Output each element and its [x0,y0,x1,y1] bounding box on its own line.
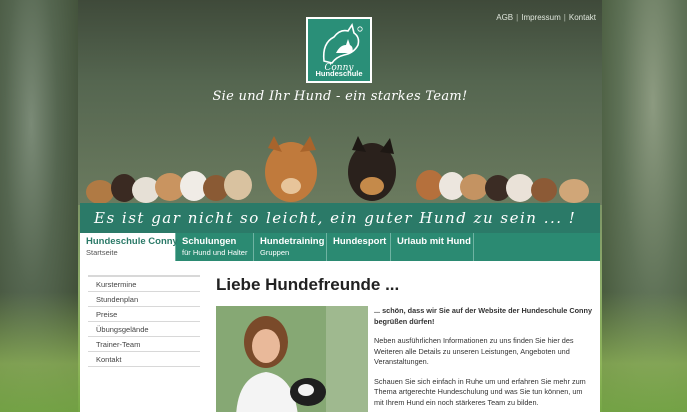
nav-item-subtitle: Startseite [86,248,118,257]
nav-item-hundeschule-conny[interactable]: Hundeschule Conny Startseite [80,233,178,261]
kontakt-top-link[interactable]: Kontakt [569,13,596,22]
nav-item-subtitle: für Hund und Halter [182,248,248,257]
nav-item-title: Urlaub mit Hund [397,236,471,247]
slogan-banner: Es ist gar nicht so leicht, ein guter Hu… [80,203,600,233]
tagline: Sie und Ihr Hund - ein starkes Team! [212,89,468,104]
link-separator: | [563,13,566,22]
dog-cat-logo-icon [322,23,363,64]
page-title: Liebe Hundefreunde ... [216,275,400,294]
logo-subtitle: Hundeschule [315,69,363,78]
sidebar-item-uebungsgelaende[interactable]: Übungsgelände [88,322,200,337]
intro-text: ... schön, dass wir Sie auf der Website … [374,306,594,412]
sidebar-item-trainer-team[interactable]: Trainer-Team [88,337,200,352]
page-container: AGB | Impressum | Kontakt Conny Hundeschule … [78,0,602,412]
main-navigation: Hundeschule Conny Startseite Schulungen … [80,233,600,261]
nav-item-schulungen[interactable]: Schulungen für Hund und Halter [176,233,254,261]
intro-paragraph: ... schön, dass wir Sie auf der Website … [374,306,593,326]
sidebar-item-preise[interactable]: Preise [88,307,200,322]
dogs-header-image [86,136,589,204]
trainer-with-dog-image [216,306,368,412]
nav-item-title: Hundeschule Conny [86,236,178,247]
link-separator: | [516,13,519,22]
top-links: AGB | Impressum | Kontakt [496,13,596,22]
agb-link[interactable]: AGB [496,13,513,22]
sidebar-menu: Kurstermine Stundenplan Preise Übungsgel… [88,275,200,367]
sidebar-item-kontakt[interactable]: Kontakt [88,352,200,367]
sidebar-item-kurstermine[interactable]: Kurstermine [88,275,200,292]
team-paragraph: Schauen Sie sich einfach in Ruhe um und … [374,376,586,407]
nav-item-title: Hundesport [333,236,387,247]
trainer-photo [216,306,368,412]
nav-item-title: Schulungen [182,236,237,247]
site-header: AGB | Impressum | Kontakt Conny Hundeschule … [78,0,602,205]
nav-item-urlaub-mit-hund[interactable]: Urlaub mit Hund [391,233,474,261]
nav-item-hundetraining[interactable]: Hundetraining Gruppen [254,233,327,261]
sidebar-item-stundenplan[interactable]: Stundenplan [88,292,200,307]
content-area: Kurstermine Stundenplan Preise Übungsgel… [80,261,600,412]
site-logo[interactable]: Conny Hundeschule [306,17,372,83]
nav-item-hundesport[interactable]: Hundesport [327,233,391,261]
slogan-text: Es ist gar nicht so leicht, ein guter Hu… [94,209,577,227]
nav-item-title: Hundetraining [260,236,325,247]
impressum-link[interactable]: Impressum [521,13,561,22]
info-paragraph: Neben ausführlichen Informationen zu uns… [374,336,574,366]
nav-item-subtitle: Gruppen [260,248,290,257]
